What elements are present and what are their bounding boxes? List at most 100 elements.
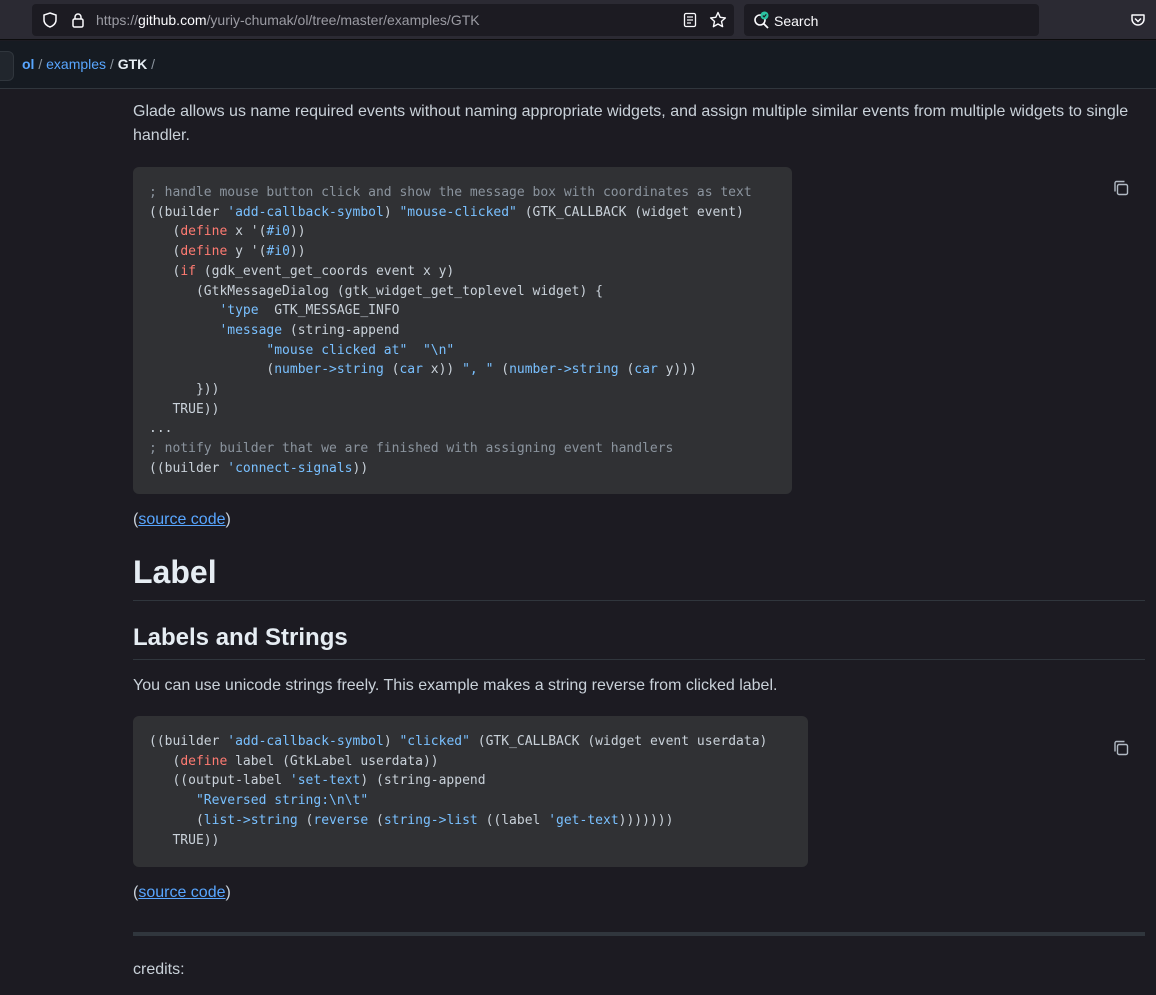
readme-content: Glade allows us name required events wit…	[133, 90, 1145, 982]
code-text: (gdk_event_get_coords event x y)	[195, 263, 455, 279]
code-builtin: number->string	[274, 362, 384, 378]
pocket-icon[interactable]	[1130, 12, 1146, 28]
code-keyword: define	[180, 224, 228, 240]
paren-close: )	[225, 884, 231, 901]
code-symbol: 'add-callback-symbol	[227, 734, 384, 749]
code-builtin: car	[634, 362, 658, 378]
code-text: TRUE))	[149, 832, 220, 848]
code-comment: ; handle mouse button click and show the…	[149, 185, 752, 200]
code-keyword: define	[180, 244, 228, 260]
expand-file-tree-button[interactable]	[0, 51, 14, 81]
url-text[interactable]: https://github.com/yuriy-chumak/ol/tree/…	[96, 12, 480, 28]
breadcrumb-examples[interactable]: examples	[46, 56, 106, 72]
code-text: (	[383, 362, 400, 378]
search-icon	[754, 11, 769, 29]
code-string: "mouse-clicked"	[399, 204, 517, 220]
code-text: y '(	[227, 244, 267, 260]
code-string: "\n"	[422, 342, 455, 358]
source-code-note: (source code)	[133, 881, 1145, 905]
paren-close: )	[225, 511, 231, 528]
code-text: label (GtkLabel userdata))	[227, 753, 439, 769]
code-string: "Reversed string:\n\t"	[195, 793, 369, 809]
code-builtin: string->list	[383, 812, 478, 828]
code-block[interactable]: ; handle mouse button click and show the…	[133, 167, 792, 494]
code-text: (	[149, 362, 275, 378]
code-symbol: 'type	[219, 303, 259, 319]
code-symbol: 'connect-signals	[227, 460, 353, 476]
code-text: x '(	[227, 224, 267, 240]
source-code-link[interactable]: source code	[138, 884, 225, 901]
code-text: )	[383, 204, 400, 220]
code-text: (	[149, 812, 204, 828]
source-code-link[interactable]: source code	[138, 511, 225, 528]
code-builtin: list->string	[203, 812, 298, 828]
breadcrumb-repo[interactable]: ol	[22, 56, 34, 72]
code-text: (string-append	[282, 322, 400, 338]
code-text: )))))))	[618, 812, 674, 828]
code-comment: ; notify builder that we are finished wi…	[149, 441, 674, 457]
bookmark-star-icon[interactable]	[709, 11, 727, 29]
file-navigation-header: ol / examples / GTK /	[0, 41, 1156, 89]
code-symbol: 'message	[219, 322, 283, 338]
breadcrumb: ol / examples / GTK /	[22, 56, 155, 72]
code-number: #i0	[266, 244, 290, 260]
breadcrumb-current: GTK	[117, 56, 148, 72]
code-text: ))	[352, 460, 369, 476]
code-text: ...	[149, 421, 173, 437]
code-text: (	[149, 753, 181, 769]
horizontal-rule	[133, 932, 1145, 936]
code-text: (	[368, 812, 384, 828]
breadcrumb-separator: /	[106, 56, 118, 72]
code-text: (GTK_CALLBACK (widget event)	[516, 204, 744, 220]
lock-icon[interactable]	[70, 12, 86, 28]
code-string: ", "	[462, 362, 494, 378]
code-builtin: car	[399, 362, 423, 378]
code-block[interactable]: ((builder 'add-callback-symbol) "clicked…	[133, 716, 808, 867]
code-text: (	[493, 362, 510, 378]
code-text: ))	[289, 244, 306, 260]
code-builtin: number->string	[509, 362, 619, 378]
code-text: ((output-label	[149, 773, 290, 789]
copy-icon[interactable]	[1112, 739, 1130, 757]
code-keyword: define	[180, 753, 228, 769]
code-text: ((builder	[149, 460, 228, 476]
breadcrumb-separator: /	[147, 56, 156, 72]
code-text: }))	[149, 382, 220, 398]
address-bar[interactable]: https://github.com/yuriy-chumak/ol/tree/…	[32, 4, 734, 36]
code-text: )	[383, 734, 400, 749]
heading-label: Label	[133, 552, 1145, 601]
code-text: y)))	[657, 362, 697, 378]
credits-label: credits:	[133, 961, 185, 978]
code-text: ((builder	[149, 204, 228, 220]
code-text: (GtkMessageDialog (gtk_widget_get_toplev…	[149, 283, 603, 299]
code-string: "mouse clicked at"	[266, 342, 408, 358]
copy-icon[interactable]	[1112, 179, 1130, 197]
code-string: "clicked"	[399, 734, 470, 749]
labels-paragraph: You can use unicode strings freely. This…	[133, 677, 778, 694]
code-text: (GTK_CALLBACK (widget event userdata)	[469, 734, 768, 749]
code-text: (	[149, 244, 181, 260]
code-text: ) (string-append	[360, 773, 486, 789]
browser-toolbar: https://github.com/yuriy-chumak/ol/tree/…	[0, 0, 1156, 40]
code-text: ((builder	[149, 734, 228, 749]
code-symbol: 'add-callback-symbol	[227, 204, 384, 220]
code-builtin: reverse	[313, 812, 369, 828]
code-symbol: 'set-text	[289, 773, 361, 789]
code-text: x))	[422, 362, 463, 378]
search-input[interactable]: Search	[744, 4, 1039, 36]
code-text: (	[618, 362, 635, 378]
code-text: (	[297, 812, 314, 828]
heading-labels-and-strings: Labels and Strings	[133, 623, 1145, 660]
code-text: ))	[289, 224, 306, 240]
breadcrumb-separator: /	[34, 56, 47, 72]
code-text: GTK_MESSAGE_INFO	[258, 303, 400, 319]
code-keyword: if	[180, 263, 196, 279]
code-symbol: 'get-text	[548, 812, 619, 828]
code-text: (	[149, 224, 181, 240]
reader-view-icon[interactable]	[682, 12, 698, 28]
shield-icon[interactable]	[42, 12, 58, 28]
